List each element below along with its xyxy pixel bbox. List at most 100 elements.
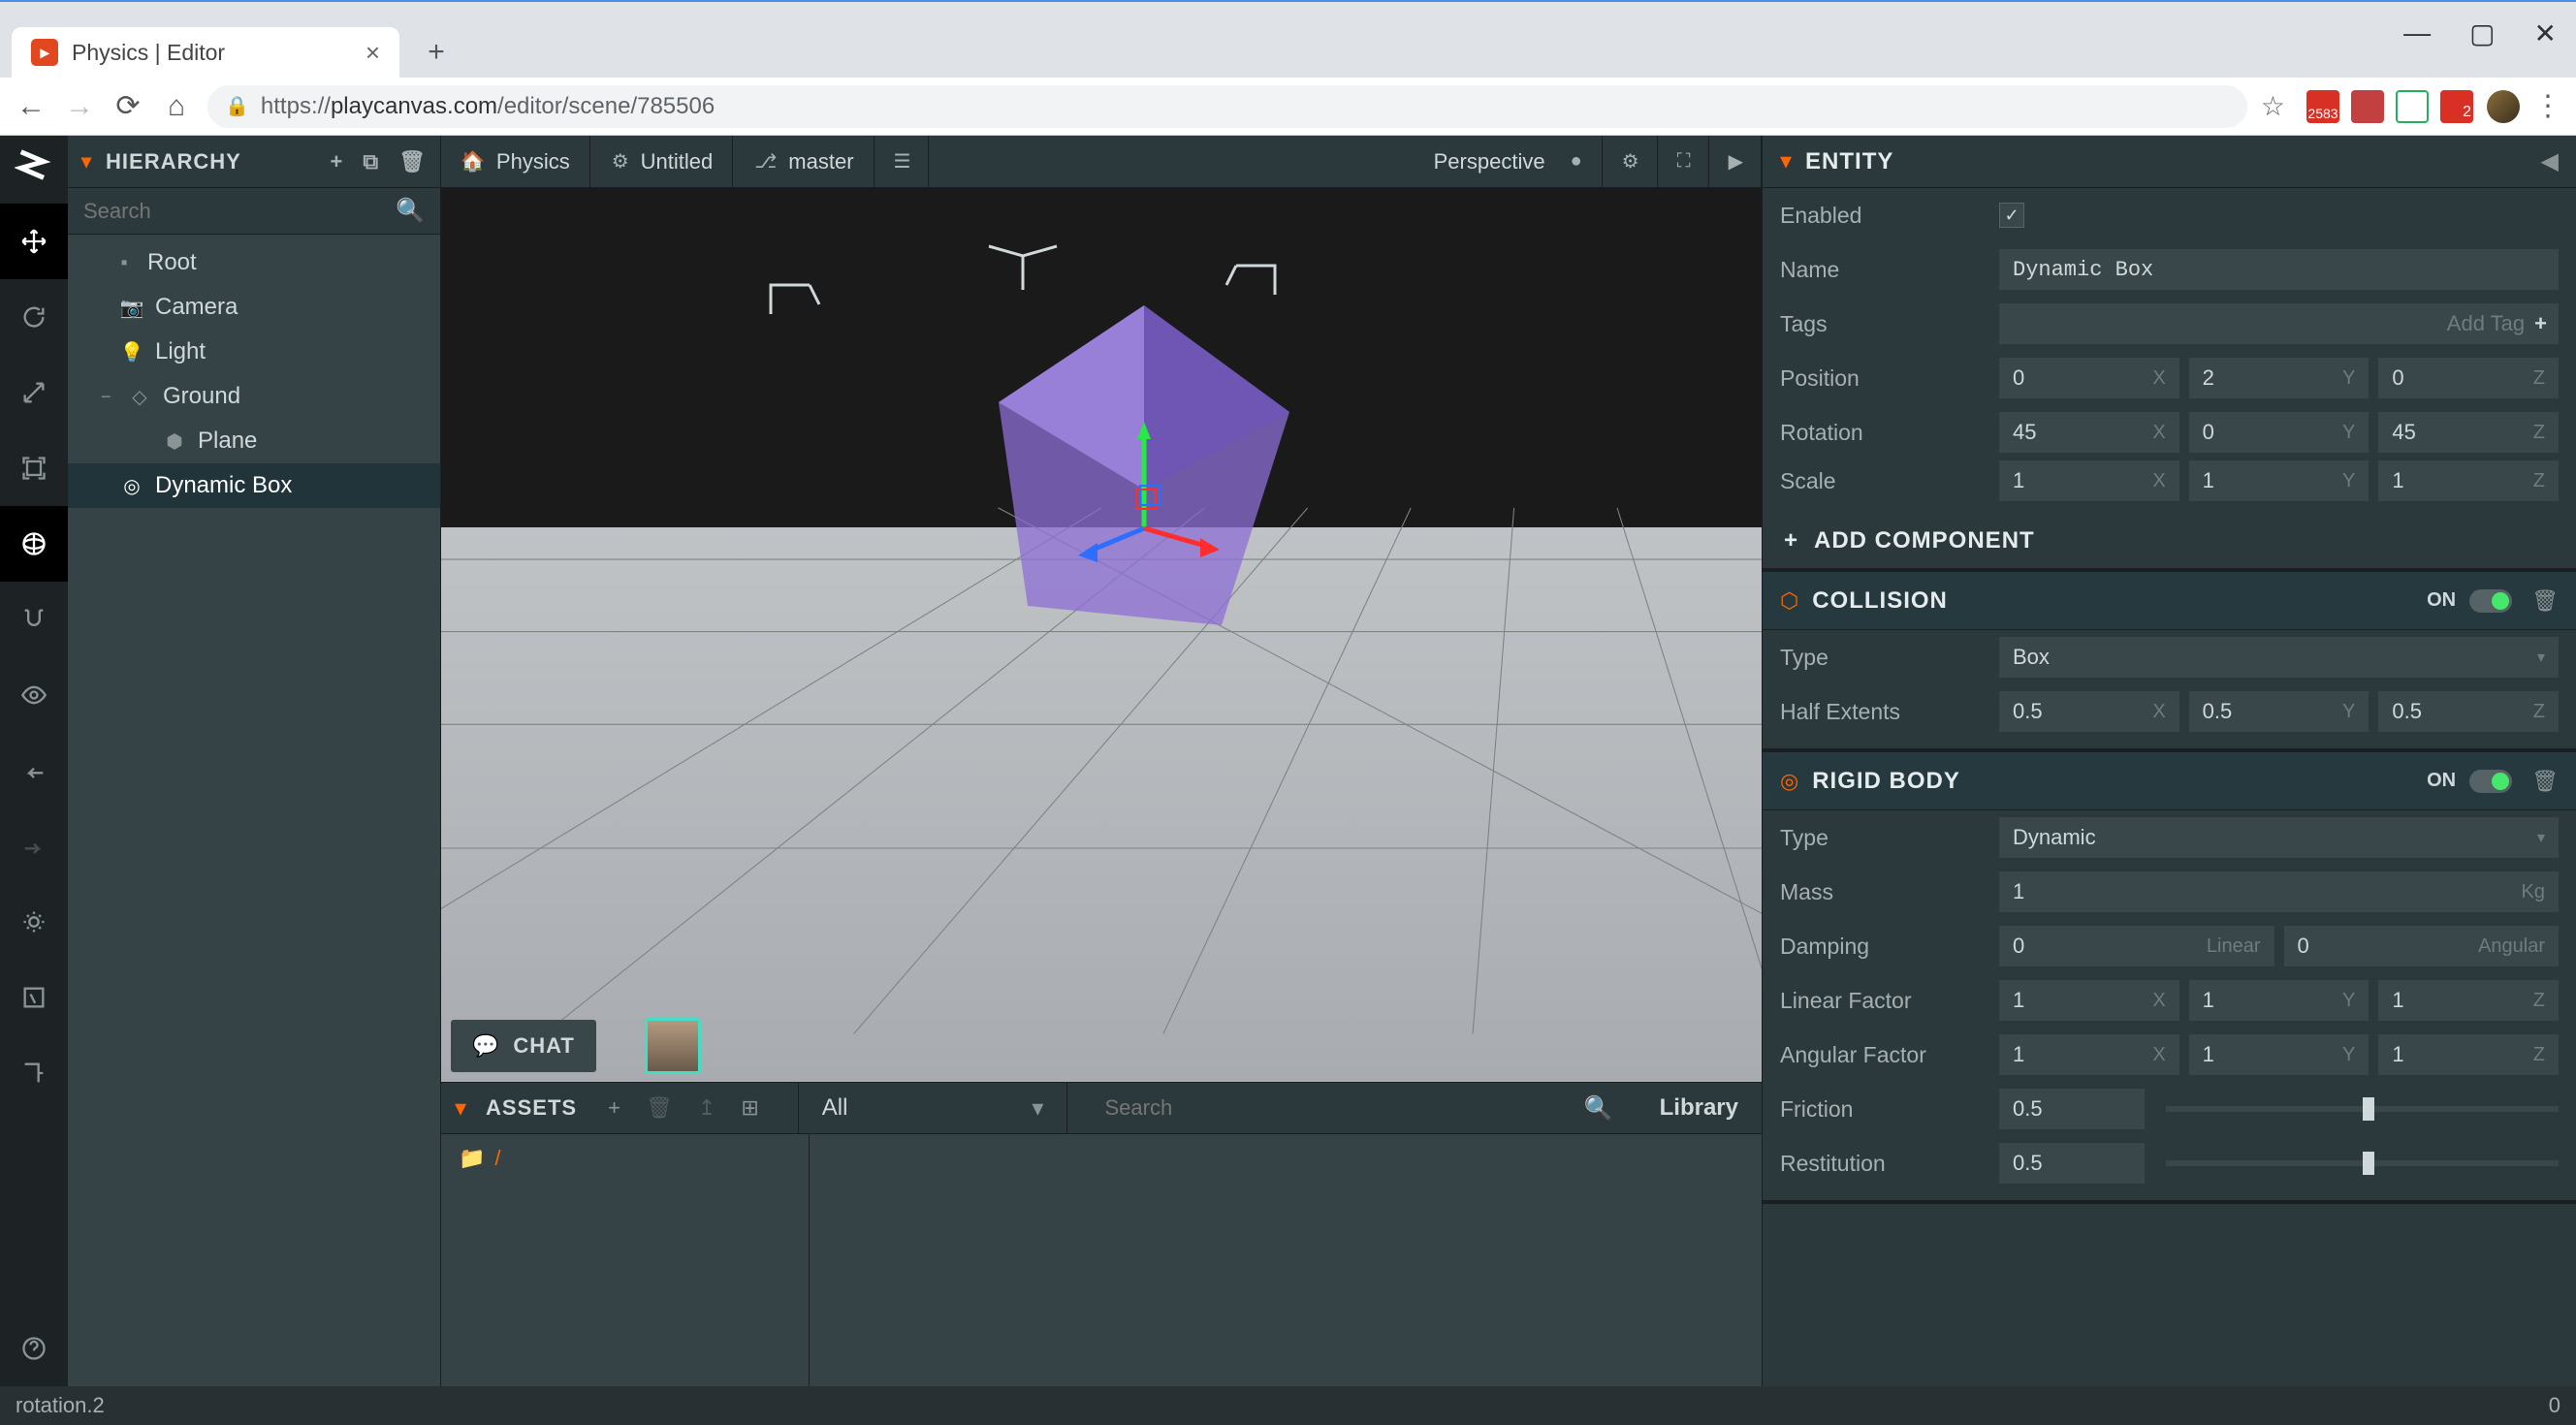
name-input[interactable] — [1999, 249, 2559, 290]
duplicate-button[interactable]: ⧉ — [363, 149, 379, 174]
online-user-avatar[interactable] — [645, 1018, 701, 1074]
viewport[interactable]: 💬 CHAT — [441, 188, 1762, 1082]
assets-content[interactable] — [810, 1134, 1762, 1386]
hierarchy-search-input[interactable] — [83, 199, 396, 224]
delete-asset-button[interactable]: 🗑 — [646, 1095, 673, 1121]
help-button[interactable] — [0, 1311, 68, 1386]
delete-rigidbody-button[interactable]: 🗑 — [2531, 769, 2559, 794]
browser-menu-button[interactable]: ⋮ — [2533, 89, 2562, 123]
friction-input[interactable]: 0.5 — [1999, 1089, 2145, 1129]
tool-redo[interactable] — [0, 808, 68, 884]
scale-y[interactable]: 1Y — [2189, 460, 2369, 501]
position-z[interactable]: 0Z — [2378, 358, 2559, 398]
linear-factor-x[interactable]: 1X — [1999, 980, 2179, 1021]
tool-publish[interactable] — [0, 1035, 68, 1111]
address-bar[interactable]: 🔒 https://playcanvas.com/editor/scene/78… — [207, 85, 2247, 128]
tool-rotate[interactable] — [0, 279, 68, 355]
tool-bake[interactable] — [0, 884, 68, 960]
tab-close-button[interactable]: × — [366, 38, 380, 68]
delete-button[interactable]: 🗑 — [398, 149, 427, 174]
library-button[interactable]: Library — [1650, 1094, 1748, 1122]
mass-input[interactable]: 1Kg — [1999, 871, 2559, 912]
half-extents-z[interactable]: 0.5Z — [2378, 691, 2559, 732]
collapse-panel-icon[interactable]: ◀ — [2541, 147, 2559, 175]
enabled-checkbox[interactable]: ✓ — [1999, 203, 2024, 228]
play-button[interactable]: ▶ — [1711, 136, 1762, 188]
rotation-y[interactable]: 0Y — [2189, 412, 2369, 453]
delete-collision-button[interactable]: 🗑 — [2531, 588, 2559, 614]
tool-resize[interactable] — [0, 430, 68, 506]
forward-button[interactable]: → — [62, 89, 97, 124]
maximize-button[interactable]: ▢ — [2469, 17, 2495, 49]
linear-factor-z[interactable]: 1Z — [2378, 980, 2559, 1021]
fullscreen-button[interactable]: ⛶ — [1660, 136, 1709, 188]
restitution-slider[interactable] — [2166, 1160, 2559, 1166]
reload-button[interactable]: ⟳ — [111, 89, 145, 124]
add-component-button[interactable]: + ADD COMPONENT — [1763, 514, 2576, 572]
tool-world[interactable] — [0, 506, 68, 582]
tool-code[interactable] — [0, 960, 68, 1035]
assets-search-input[interactable] — [1104, 1095, 1572, 1121]
tree-item-light[interactable]: 💡 Light — [68, 330, 440, 374]
chevron-down-icon[interactable]: ▾ — [455, 1094, 466, 1123]
collision-header[interactable]: ⬡ COLLISION ON 🗑 — [1763, 572, 2576, 630]
chevron-down-icon[interactable]: ▾ — [81, 149, 92, 174]
gmail-ext-icon[interactable]: 2583 — [2306, 90, 2339, 123]
tree-item-root[interactable]: ▪ Root — [68, 240, 440, 285]
add-entity-button[interactable]: + — [330, 149, 343, 174]
new-tab-button[interactable]: + — [417, 33, 456, 72]
tree-item-camera[interactable]: 📷 Camera — [68, 285, 440, 330]
scale-x[interactable]: 1X — [1999, 460, 2179, 501]
rigidbody-type-select[interactable]: Dynamic▾ — [1999, 817, 2559, 858]
tool-undo[interactable] — [0, 733, 68, 808]
friction-slider[interactable] — [2166, 1106, 2559, 1112]
tree-item-dynamic-box[interactable]: ◎ Dynamic Box — [68, 463, 440, 508]
tool-visibility[interactable] — [0, 657, 68, 733]
chat-button[interactable]: 💬 CHAT — [451, 1020, 596, 1072]
close-window-button[interactable]: ✕ — [2534, 17, 2557, 49]
scene-home-button[interactable]: 🏠Physics — [441, 136, 590, 188]
linear-factor-y[interactable]: 1Y — [2189, 980, 2369, 1021]
logo-icon[interactable] — [15, 145, 53, 184]
tool-move[interactable] — [0, 204, 68, 279]
angular-factor-x[interactable]: 1X — [1999, 1034, 2179, 1075]
collision-type-select[interactable]: Box▾ — [1999, 637, 2559, 678]
branch-button[interactable]: ⎇master — [735, 136, 874, 188]
tags-input[interactable]: Add Tag+ — [1999, 303, 2559, 344]
half-extents-y[interactable]: 0.5Y — [2189, 691, 2369, 732]
profile-avatar[interactable] — [2487, 90, 2520, 123]
rigidbody-header[interactable]: ◎ RIGID BODY ON 🗑 — [1763, 752, 2576, 810]
rotation-x[interactable]: 45X — [1999, 412, 2179, 453]
collapse-toggle[interactable]: − — [101, 387, 116, 407]
project-name-button[interactable]: ⚙Untitled — [592, 136, 734, 188]
angular-factor-z[interactable]: 1Z — [2378, 1034, 2559, 1075]
rotation-z[interactable]: 45Z — [2378, 412, 2559, 453]
tool-scale[interactable] — [0, 355, 68, 430]
tool-snap[interactable] — [0, 582, 68, 657]
angular-factor-y[interactable]: 1Y — [2189, 1034, 2369, 1075]
assets-search[interactable]: 🔍 — [1087, 1094, 1630, 1123]
list-button[interactable]: ☰ — [876, 136, 930, 188]
minimize-button[interactable]: — — [2403, 17, 2431, 49]
position-y[interactable]: 2Y — [2189, 358, 2369, 398]
position-x[interactable]: 0X — [1999, 358, 2179, 398]
scale-z[interactable]: 1Z — [2378, 460, 2559, 501]
ext-icon-3[interactable] — [2396, 90, 2429, 123]
bookmark-star-icon[interactable]: ☆ — [2261, 90, 2285, 122]
view-mode-button[interactable]: Perspective● — [1415, 136, 1603, 188]
home-button[interactable]: ⌂ — [159, 89, 194, 124]
grid-view-button[interactable]: ⊞ — [741, 1095, 758, 1121]
settings-button[interactable]: ⚙ — [1605, 136, 1658, 188]
root-folder[interactable]: 📁 / — [459, 1146, 791, 1171]
damping-linear-input[interactable]: 0Linear — [1999, 926, 2274, 966]
chevron-down-icon[interactable]: ▾ — [1780, 147, 1792, 175]
tree-item-ground[interactable]: − ◇ Ground — [68, 374, 440, 419]
half-extents-x[interactable]: 0.5X — [1999, 691, 2179, 732]
back-button[interactable]: ← — [14, 89, 48, 124]
add-tag-icon[interactable]: + — [2534, 311, 2547, 336]
tree-item-plane[interactable]: ⬢ Plane — [68, 419, 440, 463]
browser-tab[interactable]: ▸ Physics | Editor × — [12, 27, 399, 78]
damping-angular-input[interactable]: 0Angular — [2284, 926, 2560, 966]
collision-toggle[interactable] — [2469, 589, 2512, 613]
hierarchy-search[interactable]: 🔍 — [68, 188, 440, 235]
